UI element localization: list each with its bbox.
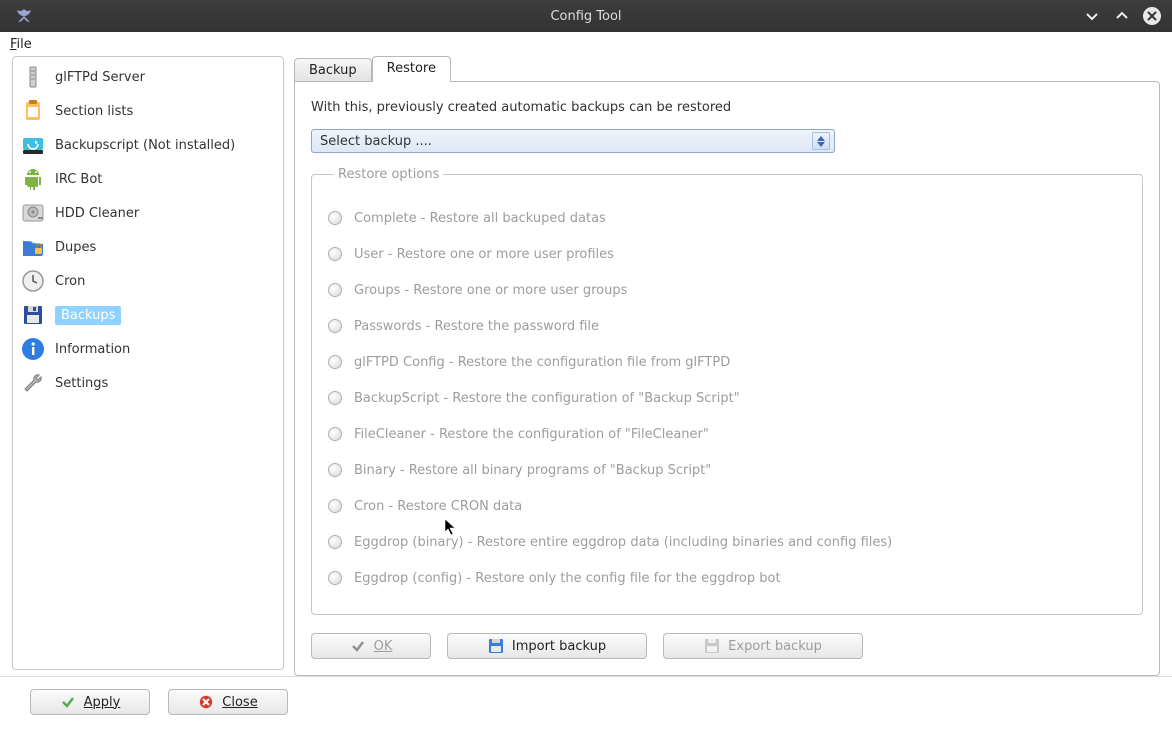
restore-option-eggdrop-binary[interactable]: Eggdrop (binary) - Restore entire eggdro… <box>328 524 1126 560</box>
sidebar: glFTPd Server Section lists Backupscript… <box>12 56 284 670</box>
sidebar-item-backups[interactable]: Backups <box>13 298 283 332</box>
main-pane: Backup Restore With this, previously cre… <box>294 56 1160 670</box>
wrench-icon <box>19 369 47 397</box>
radio-icon <box>328 391 342 405</box>
restore-option-filecleaner[interactable]: FileCleaner - Restore the configuration … <box>328 416 1126 452</box>
restore-option-backupscript[interactable]: BackupScript - Restore the configuration… <box>328 380 1126 416</box>
radio-icon <box>328 211 342 225</box>
sidebar-item-settings[interactable]: Settings <box>13 366 283 400</box>
restore-option-complete[interactable]: Complete - Restore all backuped datas <box>328 200 1126 236</box>
server-rack-icon <box>19 63 47 91</box>
radio-icon <box>328 355 342 369</box>
floppy-import-icon <box>488 638 504 654</box>
sidebar-item-label: Backupscript (Not installed) <box>55 138 235 153</box>
window-title: Config Tool <box>0 9 1172 24</box>
sidebar-item-glftpd-server[interactable]: glFTPd Server <box>13 60 283 94</box>
restore-option-groups[interactable]: Groups - Restore one or more user groups <box>328 272 1126 308</box>
floppy-icon <box>19 301 47 329</box>
sidebar-item-cron[interactable]: Cron <box>13 264 283 298</box>
sidebar-item-section-lists[interactable]: Section lists <box>13 94 283 128</box>
folder-lock-icon <box>19 233 47 261</box>
export-backup-button[interactable]: Export backup <box>663 633 863 659</box>
content-area: glFTPd Server Section lists Backupscript… <box>0 56 1172 670</box>
floppy-export-icon <box>704 638 720 654</box>
restore-options-group: Restore options Complete - Restore all b… <box>311 167 1143 615</box>
select-backup-dropdown[interactable]: Select backup .... <box>311 129 835 153</box>
clipboard-icon <box>19 97 47 125</box>
radio-icon <box>328 247 342 261</box>
footer: Apply Close <box>0 676 1172 725</box>
restore-option-glftpd-config[interactable]: glFTPD Config - Restore the configuratio… <box>328 344 1126 380</box>
sidebar-item-label: IRC Bot <box>55 172 102 187</box>
tab-restore-pane: With this, previously created automatic … <box>294 81 1160 676</box>
radio-icon <box>328 535 342 549</box>
radio-icon <box>328 427 342 441</box>
sidebar-item-label: glFTPd Server <box>55 70 145 85</box>
check-icon <box>60 694 76 710</box>
tab-backup[interactable]: Backup <box>294 58 372 82</box>
sidebar-item-information[interactable]: Information <box>13 332 283 366</box>
radio-icon <box>328 283 342 297</box>
restore-option-binary[interactable]: Binary - Restore all binary programs of … <box>328 452 1126 488</box>
menu-file[interactable]: File <box>10 37 32 52</box>
ok-button[interactable]: OK <box>311 633 431 659</box>
sidebar-item-label: Settings <box>55 376 108 391</box>
sidebar-item-label: Backups <box>55 306 121 325</box>
close-button[interactable]: Close <box>168 689 288 715</box>
sidebar-item-hdd-cleaner[interactable]: HDD Cleaner <box>13 196 283 230</box>
dropdown-arrows-icon <box>812 132 830 150</box>
clock-icon <box>19 267 47 295</box>
apply-button[interactable]: Apply <box>30 689 150 715</box>
info-icon <box>19 335 47 363</box>
radio-icon <box>328 499 342 513</box>
sidebar-item-label: Information <box>55 342 130 357</box>
sidebar-item-label: Dupes <box>55 240 96 255</box>
restore-option-eggdrop-config[interactable]: Eggdrop (config) - Restore only the conf… <box>328 560 1126 596</box>
drive-loop-icon <box>19 131 47 159</box>
menubar: File <box>0 32 1172 56</box>
tabstrip: Backup Restore <box>294 56 1160 82</box>
sidebar-item-label: Section lists <box>55 104 133 119</box>
titlebar: Config Tool <box>0 0 1172 32</box>
check-icon <box>350 638 366 654</box>
radio-icon <box>328 319 342 333</box>
radio-icon <box>328 571 342 585</box>
restore-option-cron[interactable]: Cron - Restore CRON data <box>328 488 1126 524</box>
android-icon <box>19 165 47 193</box>
sidebar-item-label: Cron <box>55 274 85 289</box>
radio-icon <box>328 463 342 477</box>
sidebar-item-dupes[interactable]: Dupes <box>13 230 283 264</box>
restore-description: With this, previously created automatic … <box>311 100 1143 115</box>
tab-restore[interactable]: Restore <box>372 56 451 82</box>
hdd-icon <box>19 199 47 227</box>
close-circle-icon <box>198 694 214 710</box>
select-backup-value: Select backup .... <box>320 134 432 149</box>
restore-option-passwords[interactable]: Passwords - Restore the password file <box>328 308 1126 344</box>
sidebar-item-irc-bot[interactable]: IRC Bot <box>13 162 283 196</box>
sidebar-item-backupscript[interactable]: Backupscript (Not installed) <box>13 128 283 162</box>
restore-options-legend: Restore options <box>334 167 443 182</box>
restore-option-user[interactable]: User - Restore one or more user profiles <box>328 236 1126 272</box>
import-backup-button[interactable]: Import backup <box>447 633 647 659</box>
restore-button-row: OK Import backup Export backup <box>311 633 1143 659</box>
sidebar-item-label: HDD Cleaner <box>55 206 139 221</box>
